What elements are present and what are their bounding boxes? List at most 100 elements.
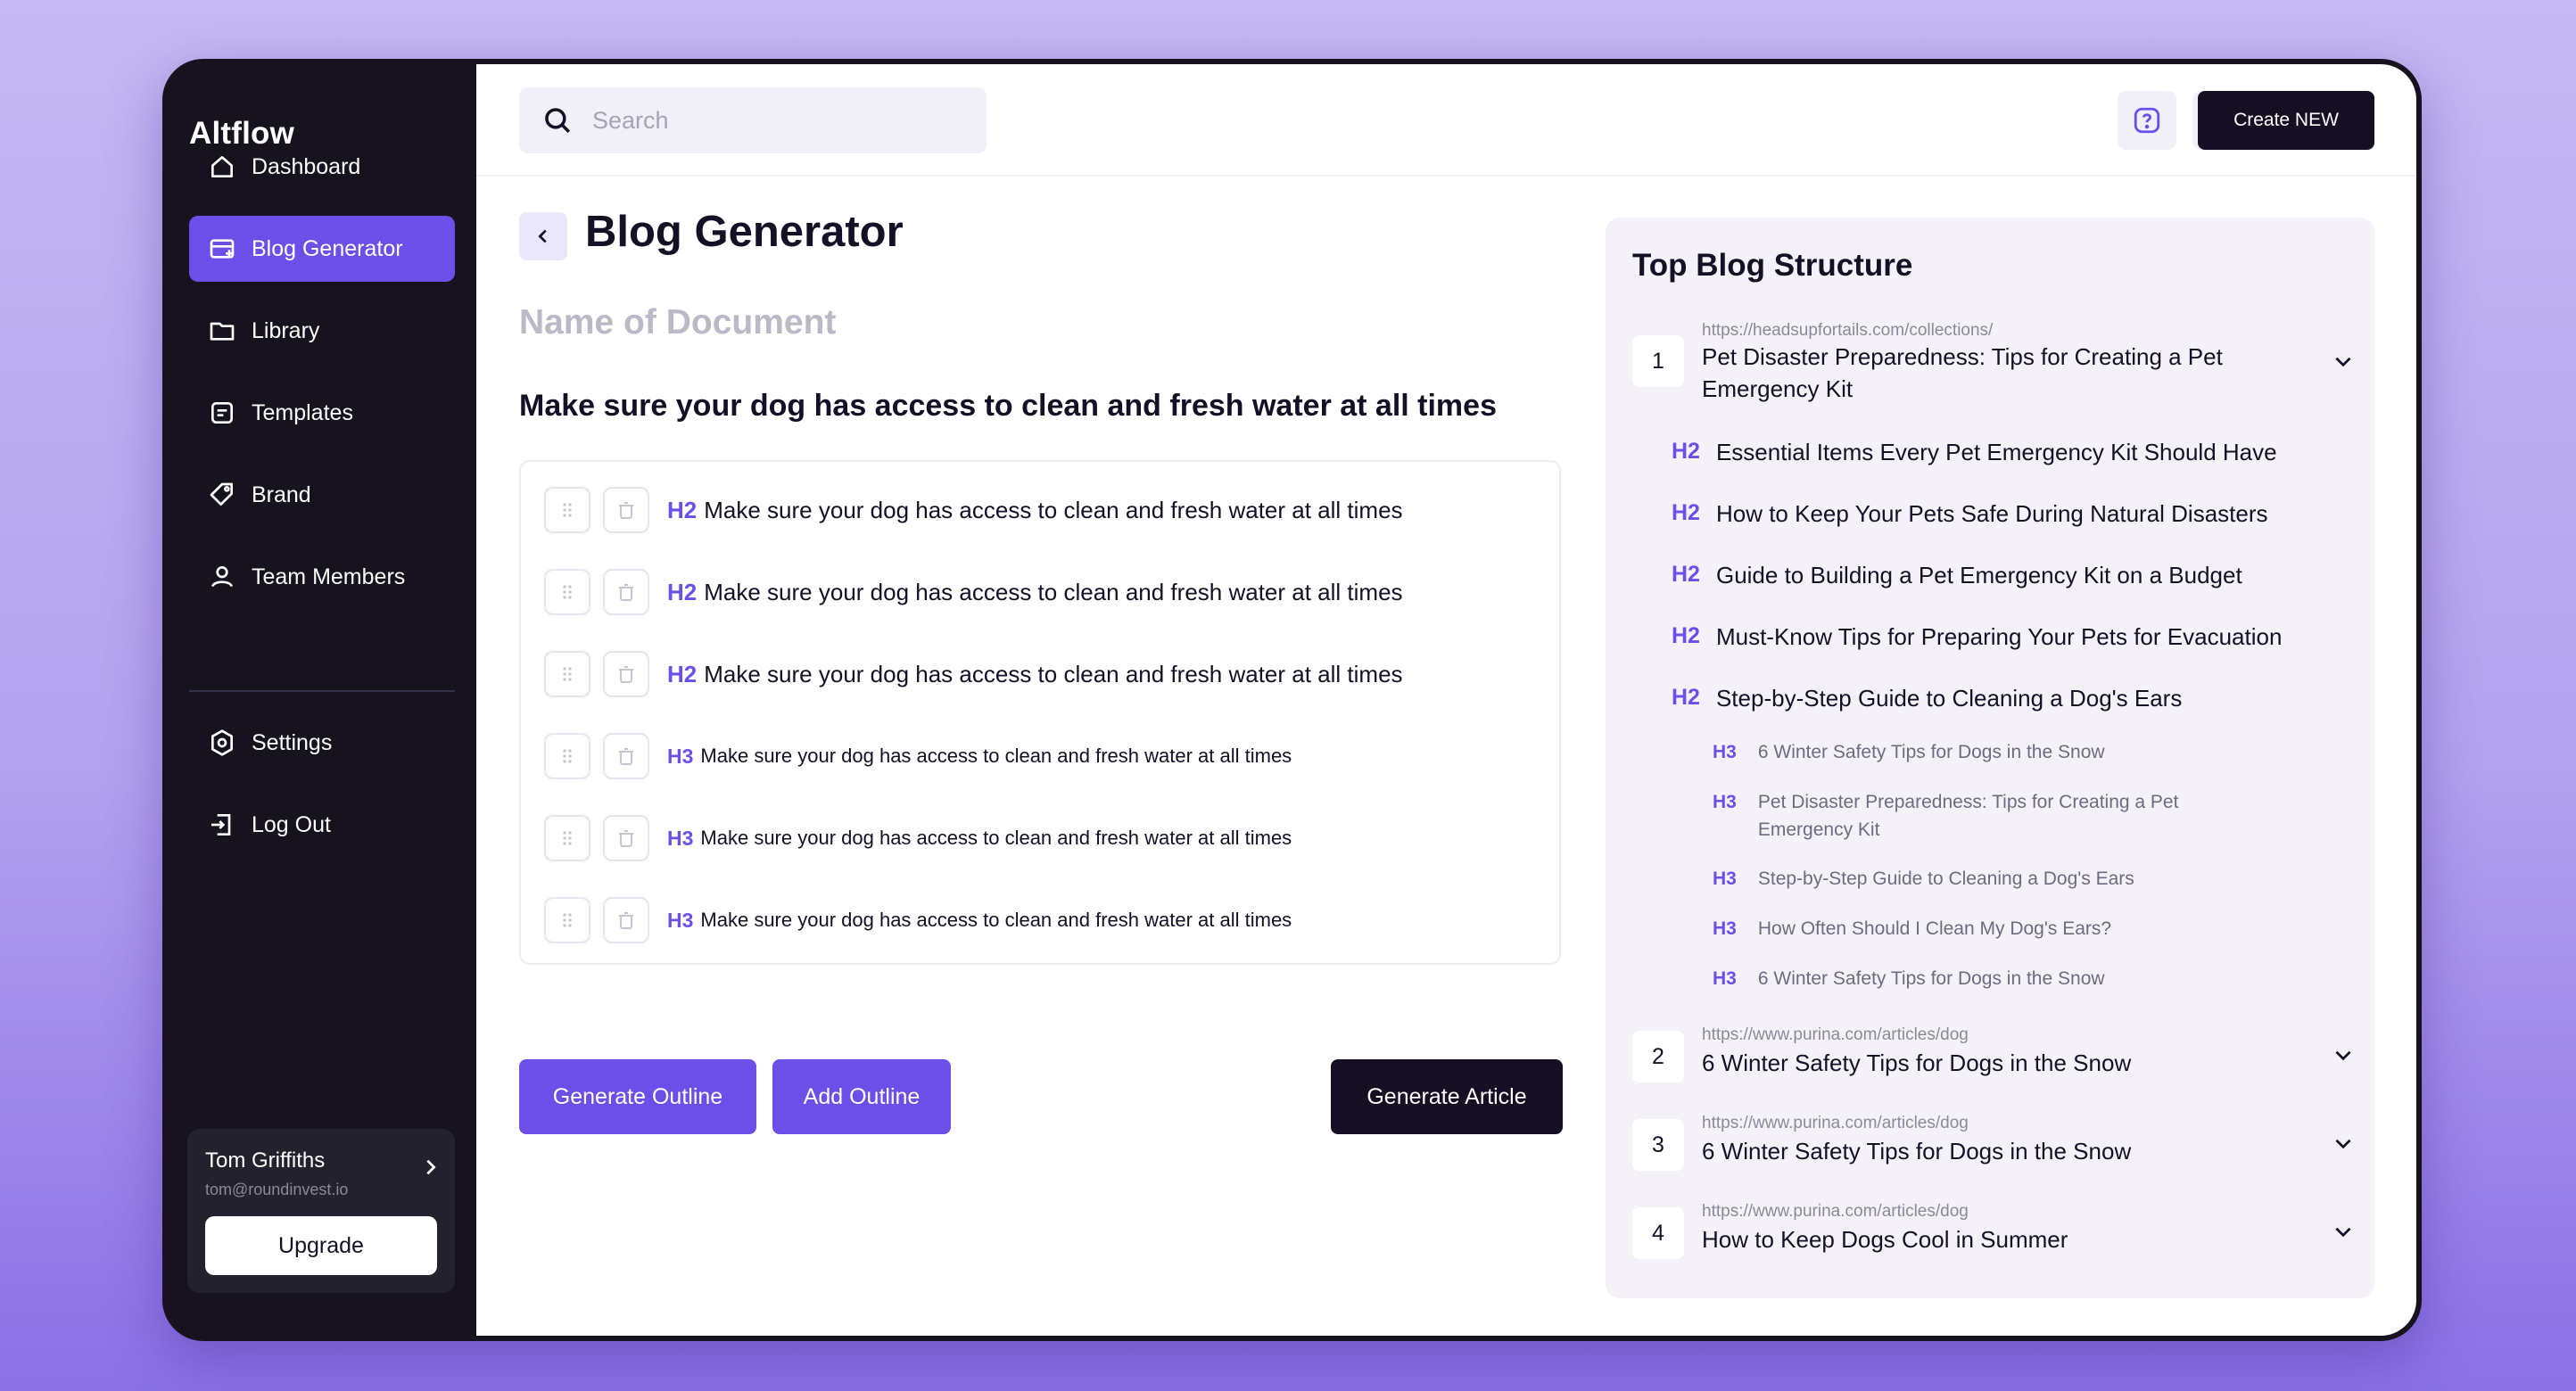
search-input[interactable] — [590, 105, 951, 136]
panel-title: Top Blog Structure — [1632, 248, 1913, 283]
upgrade-button[interactable]: Upgrade — [205, 1216, 437, 1275]
source-url: https://www.purina.com/articles/dog — [1702, 1114, 1969, 1132]
generate-article-button[interactable]: Generate Article — [1331, 1059, 1563, 1134]
heading-level-tag: H3 — [1713, 868, 1737, 889]
app-window: Altflow Dashboard Blog Generator Library… — [162, 59, 2422, 1341]
sidebar-item-settings[interactable]: Settings — [189, 710, 455, 776]
outline-item-text: Make sure your dog has access to clean a… — [704, 660, 1403, 687]
tag-icon — [207, 480, 237, 510]
structure-heading: H2 Essential Items Every Pet Emergency K… — [1672, 439, 2277, 466]
sidebar-divider — [189, 690, 455, 692]
structure-subheading: H3 Pet Disaster Preparedness: Tips for C… — [1713, 788, 2212, 844]
chevron-right-icon[interactable] — [421, 1157, 441, 1177]
trash-icon[interactable] — [603, 651, 649, 697]
source-title: How to Keep Dogs Cool in Summer — [1702, 1226, 2068, 1253]
heading-level-tag: H3 — [667, 826, 694, 850]
structure-heading-text: Must-Know Tips for Preparing Your Pets f… — [1715, 623, 2283, 650]
sidebar-item-label: Team Members — [252, 564, 406, 589]
trash-icon[interactable] — [603, 487, 649, 533]
source-item[interactable]: 2 https://www.purina.com/articles/dog 6 … — [1632, 1025, 2364, 1088]
add-outline-button[interactable]: Add Outline — [772, 1059, 951, 1134]
chevron-down-icon[interactable] — [2332, 350, 2355, 373]
heading-level-tag: H3 — [1713, 968, 1737, 989]
chevron-down-icon[interactable] — [2332, 1043, 2355, 1066]
drag-handle-icon[interactable] — [544, 733, 590, 779]
drag-handle-icon[interactable] — [544, 651, 590, 697]
outline-item[interactable]: H3 Make sure your dog has access to clea… — [544, 813, 1292, 863]
search-bar[interactable] — [519, 87, 987, 153]
top-blog-structure-panel: Top Blog Structure 1 https://headsupfort… — [1606, 218, 2374, 1298]
drag-handle-icon[interactable] — [544, 569, 590, 615]
heading-level-tag: H3 — [1713, 742, 1737, 762]
heading-level-tag: H3 — [667, 908, 694, 932]
main-content: Create NEW Blog Generator Name of Docume… — [476, 64, 2416, 1336]
sidebar-item-library[interactable]: Library — [189, 298, 455, 364]
generate-outline-button[interactable]: Generate Outline — [519, 1059, 756, 1134]
source-url: https://headsupfortails.com/collections/ — [1702, 321, 1994, 340]
sidebar-item-label: Brand — [252, 482, 311, 507]
back-button[interactable] — [519, 212, 567, 260]
trash-icon[interactable] — [603, 897, 649, 943]
sidebar: Altflow Dashboard Blog Generator Library… — [162, 59, 476, 1341]
trash-icon[interactable] — [603, 733, 649, 779]
outline-item[interactable]: H2 Make sure your dog has access to clea… — [544, 485, 1403, 535]
structure-heading: H2 How to Keep Your Pets Safe During Nat… — [1672, 500, 2268, 528]
source-number: 3 — [1632, 1119, 1684, 1171]
structure-heading-text: 6 Winter Safety Tips for Dogs in the Sno… — [1757, 968, 2105, 989]
sidebar-item-log-out[interactable]: Log Out — [189, 792, 455, 858]
structure-heading: H2 Guide to Building a Pet Emergency Kit… — [1672, 562, 2242, 589]
drag-handle-icon[interactable] — [544, 897, 590, 943]
structure-heading-text: Pet Disaster Preparedness: Tips for Crea… — [1757, 792, 2179, 840]
trash-icon[interactable] — [603, 569, 649, 615]
source-item[interactable]: 4 https://www.purina.com/articles/dog Ho… — [1632, 1202, 2364, 1264]
sidebar-item-team-members[interactable]: Team Members — [189, 544, 455, 610]
logout-icon — [207, 810, 237, 840]
document-name-field[interactable]: Name of Document — [519, 303, 836, 342]
trash-icon[interactable] — [603, 815, 649, 861]
source-number: 1 — [1632, 335, 1684, 387]
page-title: Blog Generator — [585, 208, 904, 256]
structure-heading-text: Guide to Building a Pet Emergency Kit on… — [1715, 562, 2242, 588]
source-url: https://www.purina.com/articles/dog — [1702, 1202, 1969, 1221]
outline-item-text: Make sure your dog has access to clean a… — [704, 578, 1403, 605]
heading-level-tag: H2 — [1672, 500, 1700, 525]
heading-level-tag: H2 — [667, 496, 698, 523]
drag-handle-icon[interactable] — [544, 815, 590, 861]
chevron-down-icon[interactable] — [2332, 1132, 2355, 1155]
sidebar-item-brand[interactable]: Brand — [189, 462, 455, 528]
blog-generator-icon — [207, 234, 237, 264]
user-card[interactable]: Tom Griffiths tom@roundinvest.io Upgrade — [187, 1129, 455, 1293]
create-new-button[interactable]: Create NEW — [2198, 91, 2374, 150]
outline-item-text: Make sure your dog has access to clean a… — [700, 827, 1292, 849]
structure-heading: H2 Must-Know Tips for Preparing Your Pet… — [1672, 623, 2282, 651]
home-icon — [207, 152, 237, 182]
source-title: 6 Winter Safety Tips for Dogs in the Sno… — [1702, 1138, 2132, 1165]
structure-heading-text: Step-by-Step Guide to Cleaning a Dog's E… — [1715, 685, 2183, 712]
source-item[interactable]: 3 https://www.purina.com/articles/dog 6 … — [1632, 1114, 2364, 1176]
sidebar-item-dashboard[interactable]: Dashboard — [189, 134, 455, 200]
outline-item[interactable]: H2 Make sure your dog has access to clea… — [544, 567, 1403, 617]
sidebar-item-templates[interactable]: Templates — [189, 380, 455, 446]
help-button[interactable] — [2118, 91, 2176, 150]
folder-icon — [207, 316, 237, 346]
sidebar-item-label: Log Out — [252, 811, 331, 837]
structure-heading-text: How Often Should I Clean My Dog's Ears? — [1757, 918, 2112, 939]
sidebar-item-blog-generator[interactable]: Blog Generator — [189, 216, 455, 282]
outline-item[interactable]: H3 Make sure your dog has access to clea… — [544, 895, 1292, 945]
structure-heading-text: Step-by-Step Guide to Cleaning a Dog's E… — [1757, 868, 2134, 889]
search-icon — [545, 108, 571, 134]
source-item[interactable]: 1 https://headsupfortails.com/collection… — [1632, 321, 2364, 410]
chevron-down-icon[interactable] — [2332, 1220, 2355, 1243]
source-title: 6 Winter Safety Tips for Dogs in the Sno… — [1702, 1049, 2132, 1076]
outline-item[interactable]: H3 Make sure your dog has access to clea… — [544, 731, 1292, 781]
structure-subheading: H3 6 Winter Safety Tips for Dogs in the … — [1713, 965, 2105, 992]
outline-item[interactable]: H2 Make sure your dog has access to clea… — [544, 649, 1403, 699]
help-icon — [2134, 107, 2160, 134]
heading-level-tag: H3 — [667, 744, 694, 768]
sidebar-item-label: Settings — [252, 729, 333, 755]
structure-subheading: H3 6 Winter Safety Tips for Dogs in the … — [1713, 738, 2105, 766]
outline-item-text: Make sure your dog has access to clean a… — [700, 745, 1292, 767]
chevron-left-icon — [538, 229, 547, 243]
drag-handle-icon[interactable] — [544, 487, 590, 533]
heading-level-tag: H2 — [1672, 623, 1700, 648]
